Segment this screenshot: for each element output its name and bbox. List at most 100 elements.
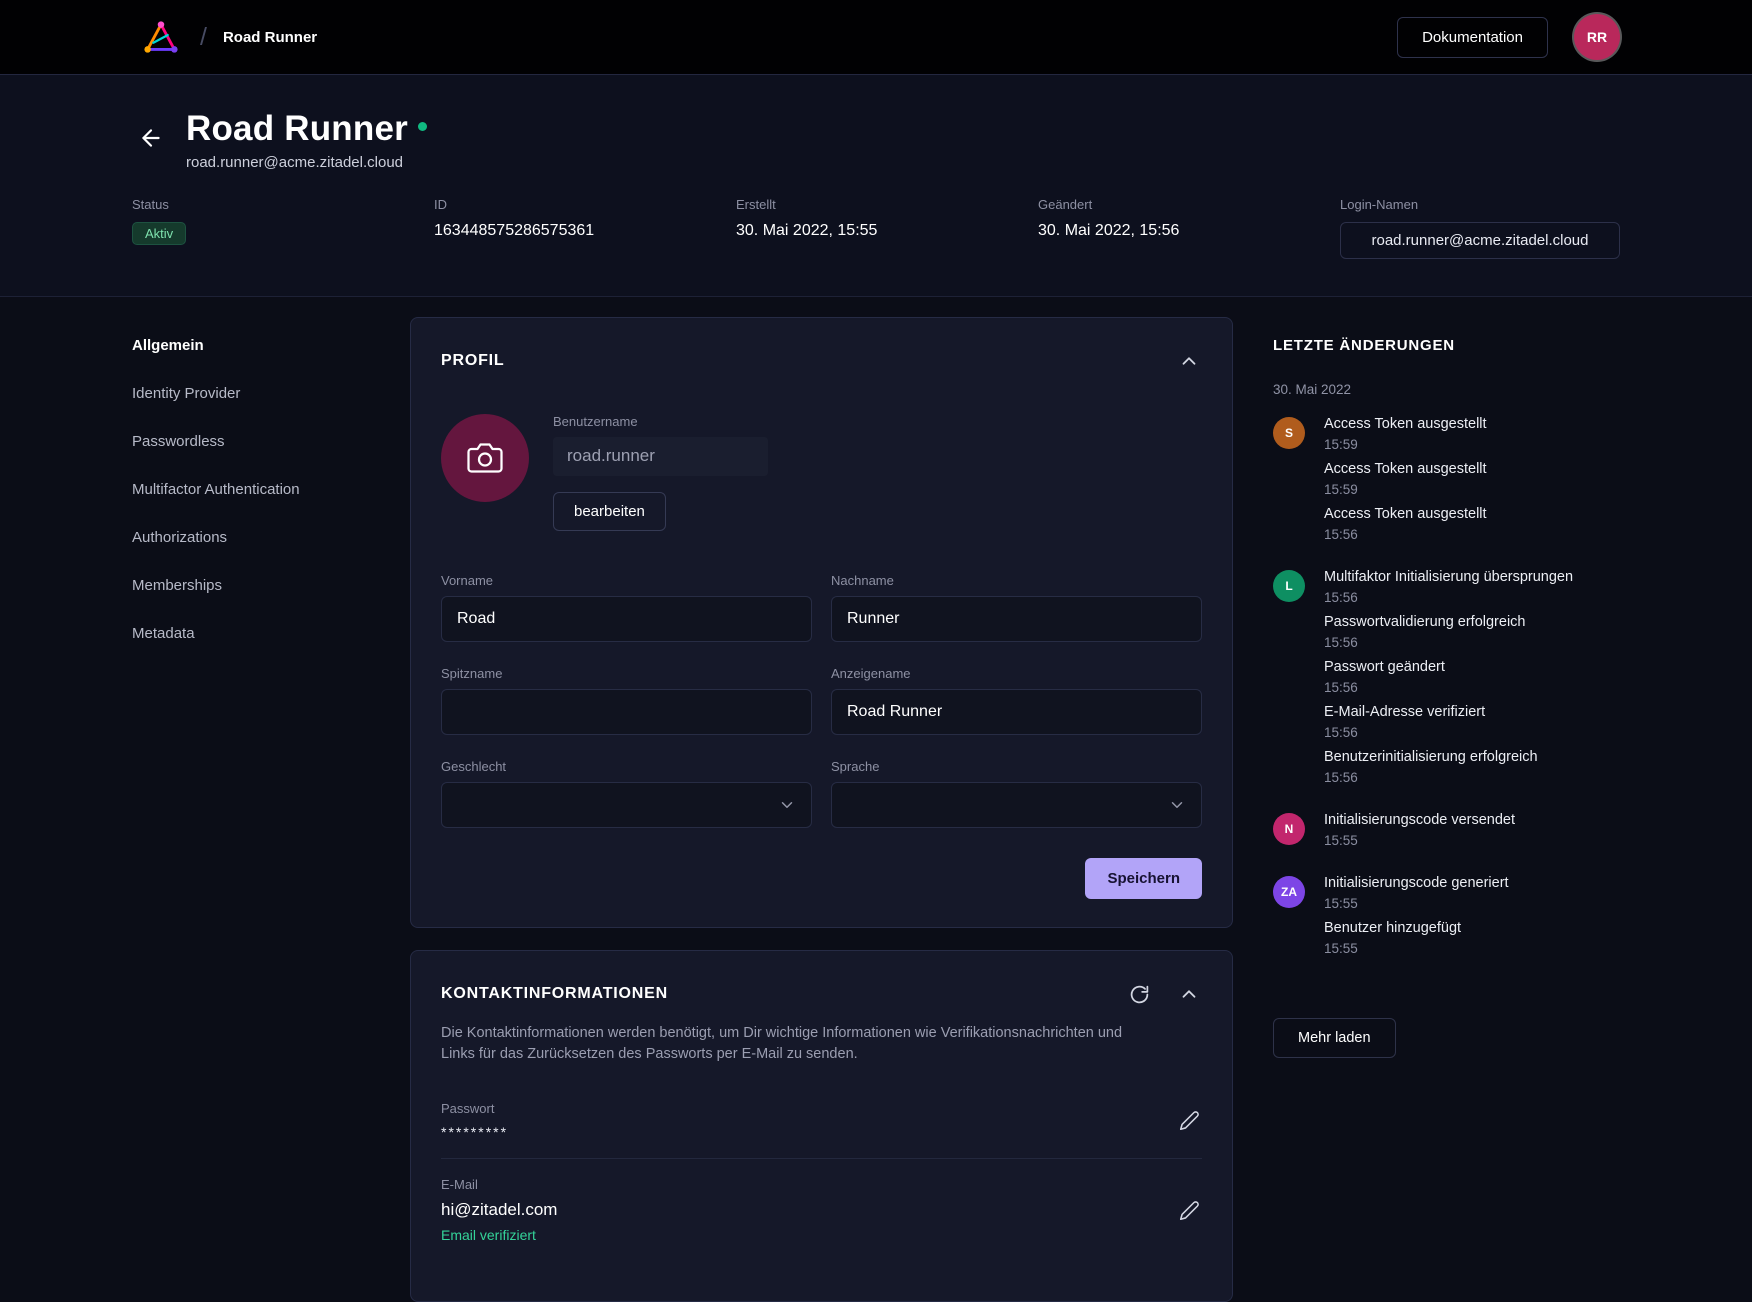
sidebar-item-identity-provider[interactable]: Identity Provider: [132, 369, 410, 417]
event-title: Passwortvalidierung erfolgreich: [1324, 613, 1623, 632]
chevron-down-icon: [1168, 796, 1186, 814]
back-button[interactable]: [132, 119, 170, 157]
lastname-label: Nachname: [831, 573, 1202, 588]
save-button[interactable]: Speichern: [1085, 858, 1202, 899]
status-column: Status Aktiv: [132, 197, 434, 259]
username-label: Benutzername: [553, 414, 638, 429]
title-block: Road Runner road.runner@acme.zitadel.clo…: [186, 109, 427, 171]
profile-card: PROFIL Benutzername road.runner: [410, 317, 1233, 928]
email-verified-status: Email verifiziert: [441, 1227, 557, 1243]
event-time: 15:56: [1324, 526, 1623, 544]
event-time: 15:56: [1324, 769, 1623, 787]
last-changes-title: LETZTE ÄNDERUNGEN: [1273, 337, 1623, 354]
sidebar-item-metadata[interactable]: Metadata: [132, 609, 410, 657]
content-area: Allgemein Identity Provider Passwordless…: [0, 297, 1752, 1302]
event-time: 15:55: [1324, 895, 1623, 913]
sidebar-item-multifactor-authentication[interactable]: Multifactor Authentication: [132, 465, 410, 513]
sidebar-item-allgemein[interactable]: Allgemein: [132, 321, 410, 369]
gender-select[interactable]: [441, 782, 812, 828]
edit-email-button[interactable]: [1177, 1198, 1202, 1223]
chevron-down-icon: [778, 796, 796, 814]
documentation-button[interactable]: Dokumentation: [1397, 17, 1548, 58]
sidebar-item-memberships[interactable]: Memberships: [132, 561, 410, 609]
zitadel-logo-icon: [140, 17, 182, 57]
displayname-input[interactable]: [831, 689, 1202, 735]
breadcrumb-separator: /: [200, 23, 207, 52]
event-time: 15:56: [1324, 589, 1623, 607]
breadcrumb[interactable]: Road Runner: [223, 29, 317, 46]
lastname-field: Nachname: [831, 573, 1202, 642]
camera-icon: [467, 440, 503, 476]
sidebar-item-passwordless[interactable]: Passwordless: [132, 417, 410, 465]
password-block: Passwort *********: [441, 1101, 508, 1140]
row-divider: [441, 1158, 1202, 1159]
profile-collapse-button[interactable]: [1176, 348, 1202, 374]
pencil-icon: [1179, 1110, 1200, 1131]
load-more-button[interactable]: Mehr laden: [1273, 1018, 1396, 1058]
lastname-input[interactable]: [831, 596, 1202, 642]
timeline-group: ZA Initialisierungscode generiert 15:55 …: [1273, 874, 1623, 964]
top-navigation: / Road Runner Dokumentation RR: [0, 0, 1752, 75]
displayname-label: Anzeigename: [831, 666, 1202, 681]
user-avatar[interactable]: RR: [1574, 14, 1620, 60]
status-badge: Aktiv: [132, 222, 186, 245]
refresh-button[interactable]: [1127, 982, 1152, 1007]
active-status-dot: [418, 122, 427, 131]
changes-date: 30. Mai 2022: [1273, 382, 1623, 397]
chevron-up-icon: [1178, 983, 1200, 1005]
event-avatar: ZA: [1273, 876, 1305, 908]
firstname-field: Vorname: [441, 573, 812, 642]
changed-column: Geändert 30. Mai 2022, 15:56: [1038, 197, 1340, 259]
sidebar-item-authorizations[interactable]: Authorizations: [132, 513, 410, 561]
username-block: Benutzername road.runner bearbeiten: [553, 414, 768, 531]
language-select[interactable]: [831, 782, 1202, 828]
timeline-event: Initialisierungscode generiert 15:55: [1324, 874, 1623, 913]
firstname-input[interactable]: [441, 596, 812, 642]
contact-collapse-button[interactable]: [1176, 981, 1202, 1007]
id-column: ID 163448575286575361: [434, 197, 736, 259]
event-title: Multifaktor Initialisierung übersprungen: [1324, 568, 1623, 587]
chevron-up-icon: [1178, 350, 1200, 372]
main-column: PROFIL Benutzername road.runner: [410, 297, 1233, 1302]
profile-card-title: PROFIL: [441, 352, 504, 370]
edit-password-button[interactable]: [1177, 1108, 1202, 1133]
edit-username-button[interactable]: bearbeiten: [553, 492, 666, 531]
title-row: Road Runner road.runner@acme.zitadel.clo…: [132, 109, 1620, 171]
event-title: Benutzer hinzugefügt: [1324, 919, 1623, 938]
login-name-box[interactable]: road.runner@acme.zitadel.cloud: [1340, 222, 1620, 259]
profile-avatar[interactable]: [441, 414, 529, 502]
event-title: Initialisierungscode generiert: [1324, 874, 1623, 893]
login-names-label: Login-Namen: [1340, 197, 1620, 212]
gender-label: Geschlecht: [441, 759, 812, 774]
nickname-field: Spitzname: [441, 666, 812, 735]
created-value: 30. Mai 2022, 15:55: [736, 222, 1038, 240]
created-column: Erstellt 30. Mai 2022, 15:55: [736, 197, 1038, 259]
event-title: Access Token ausgestellt: [1324, 415, 1623, 434]
breadcrumb-bar: / Road Runner: [138, 15, 317, 59]
language-field: Sprache: [831, 759, 1202, 828]
language-label: Sprache: [831, 759, 1202, 774]
nickname-input[interactable]: [441, 689, 812, 735]
changed-value: 30. Mai 2022, 15:56: [1038, 222, 1340, 240]
timeline-group: N Initialisierungscode versendet 15:55: [1273, 811, 1623, 856]
event-avatar: N: [1273, 813, 1305, 845]
profile-form: Vorname Nachname Spitzname Anzeigename G…: [441, 573, 1202, 828]
event-title: Passwort geändert: [1324, 658, 1623, 677]
email-label: E-Mail: [441, 1177, 557, 1192]
created-label: Erstellt: [736, 197, 1038, 212]
id-value: 163448575286575361: [434, 222, 736, 240]
timeline-event: Multifaktor Initialisierung übersprungen…: [1324, 568, 1623, 607]
event-title: Access Token ausgestellt: [1324, 460, 1623, 479]
page-subtitle: road.runner@acme.zitadel.cloud: [186, 154, 427, 171]
event-avatar: S: [1273, 417, 1305, 449]
login-names-column: Login-Namen road.runner@acme.zitadel.clo…: [1340, 197, 1620, 259]
timeline-group: S Access Token ausgestellt 15:59 Access …: [1273, 415, 1623, 550]
email-block: E-Mail hi@zitadel.com Email verifiziert: [441, 1177, 557, 1243]
timeline-event: Passwortvalidierung erfolgreich 15:56: [1324, 613, 1623, 652]
zitadel-logo[interactable]: [138, 15, 184, 59]
timeline-event: Passwort geändert 15:56: [1324, 658, 1623, 697]
event-title: Initialisierungscode versendet: [1324, 811, 1623, 830]
back-arrow-icon: [138, 125, 164, 151]
topnav-actions: Dokumentation RR: [1397, 14, 1620, 60]
timeline-event: Access Token ausgestellt 15:59: [1324, 415, 1623, 454]
